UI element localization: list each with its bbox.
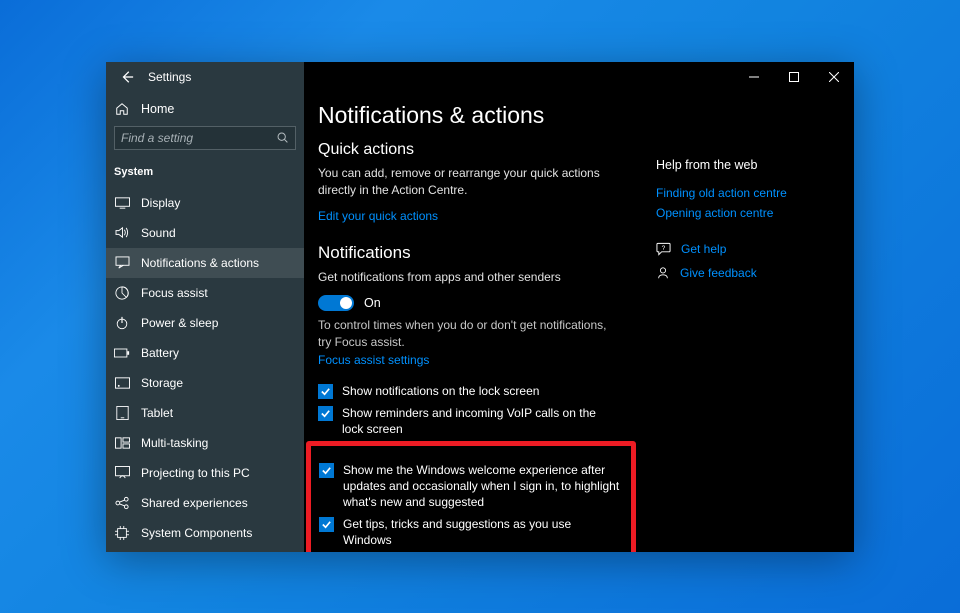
back-button[interactable] (120, 70, 134, 84)
main-content: Notifications & actions Quick actions Yo… (304, 92, 854, 552)
components-icon (114, 526, 130, 540)
sidebar-item-label: Battery (141, 346, 179, 360)
storage-icon (114, 377, 130, 389)
sidebar-item-power[interactable]: Power & sleep (106, 308, 304, 338)
sidebar-item-label: Projecting to this PC (141, 466, 250, 480)
help-from-web-heading: Help from the web (656, 158, 830, 172)
window-title: Settings (148, 70, 191, 84)
minimize-button[interactable] (734, 62, 774, 92)
power-icon (114, 316, 130, 330)
highlight-annotation: Show me the Windows welcome experience a… (306, 441, 636, 551)
search-input[interactable] (121, 131, 271, 145)
nav-list: Display Sound Notifications & actions Fo… (106, 188, 304, 548)
sidebar-item-label: Power & sleep (141, 316, 218, 330)
focus-assist-link[interactable]: Focus assist settings (318, 353, 429, 367)
sidebar-item-display[interactable]: Display (106, 188, 304, 218)
sidebar-item-tablet[interactable]: Tablet (106, 398, 304, 428)
sidebar-item-components[interactable]: System Components (106, 518, 304, 548)
page-title: Notifications & actions (318, 102, 620, 129)
settings-window: Settings Home System Dis (106, 62, 854, 552)
projecting-icon (114, 466, 130, 479)
checkbox-icon (319, 463, 334, 478)
notifications-heading: Notifications (318, 243, 620, 263)
sidebar-item-notifications[interactable]: Notifications & actions (106, 248, 304, 278)
focus-assist-icon (114, 286, 130, 300)
section-label: System (106, 162, 304, 188)
sidebar-item-label: System Components (141, 526, 252, 540)
check-row[interactable]: Get tips, tricks and suggestions as you … (319, 516, 623, 548)
sidebar-item-label: Storage (141, 376, 183, 390)
titlebar: Settings (106, 62, 854, 92)
sidebar-item-battery[interactable]: Battery (106, 338, 304, 368)
display-icon (114, 197, 130, 209)
search-box[interactable] (114, 126, 296, 150)
sidebar-item-projecting[interactable]: Projecting to this PC (106, 458, 304, 488)
home-nav[interactable]: Home (106, 92, 304, 126)
sidebar-item-storage[interactable]: Storage (106, 368, 304, 398)
sidebar-item-label: Display (141, 196, 180, 210)
quick-actions-desc: You can add, remove or rearrange your qu… (318, 165, 618, 200)
get-help-link[interactable]: Get help (681, 242, 726, 256)
sidebar-item-sound[interactable]: Sound (106, 218, 304, 248)
check-label: Get tips, tricks and suggestions as you … (343, 516, 623, 548)
search-icon (276, 131, 289, 144)
toggle-state: On (364, 296, 381, 310)
sidebar-item-label: Multi-tasking (141, 436, 208, 450)
sidebar-item-shared[interactable]: Shared experiences (106, 488, 304, 518)
check-row[interactable]: Show notifications on the lock screen (318, 383, 620, 399)
sidebar-item-label: Shared experiences (141, 496, 248, 510)
checkbox-icon (318, 384, 333, 399)
notifications-icon (114, 256, 130, 269)
maximize-button[interactable] (774, 62, 814, 92)
checkbox-icon (318, 406, 333, 421)
shared-icon (114, 496, 130, 510)
check-row[interactable]: Show me the Windows welcome experience a… (319, 462, 623, 511)
help-icon: ? (656, 242, 671, 256)
feedback-icon (656, 266, 670, 280)
sidebar-item-focus-assist[interactable]: Focus assist (106, 278, 304, 308)
focus-assist-line: To control times when you do or don't ge… (318, 317, 620, 352)
check-label: Show me the Windows welcome experience a… (343, 462, 623, 511)
close-button[interactable] (814, 62, 854, 92)
multitasking-icon (114, 437, 130, 449)
tablet-icon (114, 406, 130, 420)
svg-text:?: ? (662, 244, 666, 251)
give-feedback-link[interactable]: Give feedback (680, 266, 757, 280)
web-link-old-action-centre[interactable]: Finding old action centre (656, 186, 830, 200)
sidebar-item-label: Focus assist (141, 286, 208, 300)
sound-icon (114, 226, 130, 239)
sidebar-item-label: Sound (141, 226, 176, 240)
battery-icon (114, 348, 130, 358)
quick-actions-heading: Quick actions (318, 141, 620, 159)
check-label: Show notifications on the lock screen (342, 383, 539, 399)
edit-quick-actions-link[interactable]: Edit your quick actions (318, 209, 438, 223)
get-notifications-label: Get notifications from apps and other se… (318, 269, 620, 286)
web-link-open-action-centre[interactable]: Opening action centre (656, 206, 830, 220)
sidebar-item-label: Tablet (141, 406, 173, 420)
check-label: Show reminders and incoming VoIP calls o… (342, 405, 620, 437)
get-help-row[interactable]: ? Get help (656, 242, 830, 256)
notifications-toggle[interactable] (318, 295, 354, 311)
sidebar-item-label: Notifications & actions (141, 256, 259, 270)
checkbox-icon (319, 517, 334, 532)
sidebar: Home System Display Sound (106, 92, 304, 552)
home-label: Home (141, 102, 174, 116)
sidebar-item-multitasking[interactable]: Multi-tasking (106, 428, 304, 458)
check-row[interactable]: Show reminders and incoming VoIP calls o… (318, 405, 620, 437)
home-icon (114, 102, 130, 116)
feedback-row[interactable]: Give feedback (656, 266, 830, 280)
